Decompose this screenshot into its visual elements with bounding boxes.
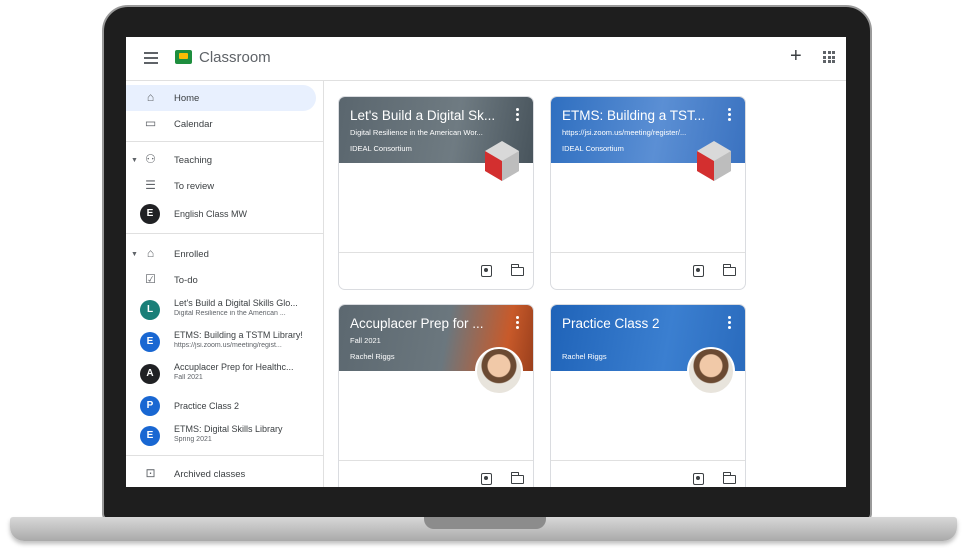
avatar: E xyxy=(140,204,160,224)
sidebar-class-subtitle: https://jsi.zoom.us/meeting/regist... xyxy=(174,342,282,349)
sidebar-item-archived[interactable]: ⊡ Archived classes xyxy=(126,461,316,487)
plus-icon[interactable]: + xyxy=(790,46,802,66)
assignment-icon[interactable] xyxy=(693,473,704,485)
avatar: P xyxy=(140,396,160,416)
assignment-icon[interactable] xyxy=(693,265,704,277)
class-card-footer xyxy=(551,252,745,289)
sidebar-class-title: Let's Build a Digital Skills Glo... xyxy=(174,298,298,308)
sidebar-class-title: Accuplacer Prep for Healthc... xyxy=(174,362,294,372)
teacher-avatar[interactable] xyxy=(687,347,735,395)
sidebar-class-item[interactable]: A Accuplacer Prep for Healthc... Fall 20… xyxy=(126,359,322,389)
sidebar-class-item[interactable]: E ETMS: Digital Skills Library Spring 20… xyxy=(126,421,322,451)
apps-icon[interactable] xyxy=(823,51,835,63)
class-card-subtitle: Fall 2021 xyxy=(350,336,381,345)
home-icon: ⌂ xyxy=(146,90,155,104)
review-icon: ☰ xyxy=(145,178,156,192)
classroom-logo-icon xyxy=(175,50,192,64)
sidebar-class-subtitle: Spring 2021 xyxy=(174,436,212,443)
top-app-bar: Classroom + xyxy=(126,37,846,81)
avatar: L xyxy=(140,300,160,320)
todo-icon: ☑ xyxy=(145,272,156,286)
class-card-title[interactable]: Let's Build a Digital Sk... xyxy=(350,108,500,123)
class-card-title[interactable]: Practice Class 2 xyxy=(562,316,712,331)
folder-icon[interactable] xyxy=(722,472,736,484)
class-card-title[interactable]: ETMS: Building a TST... xyxy=(562,108,712,123)
laptop-screen: Classroom + ⌂ Home ▭ Calendar ▼ ⚇ Teachi… xyxy=(126,37,846,487)
folder-icon[interactable] xyxy=(510,472,524,484)
sidebar-item-english-class[interactable]: E English Class MW xyxy=(126,199,322,229)
people-icon: ⚇ xyxy=(145,152,156,166)
teacher-avatar[interactable] xyxy=(475,347,523,395)
class-card-footer xyxy=(339,252,533,289)
class-card-subtitle: https://jsi.zoom.us/meeting/register/... xyxy=(562,128,687,137)
sidebar-item-label: Home xyxy=(174,93,200,104)
folder-icon[interactable] xyxy=(510,264,524,276)
sidebar-section-label: Teaching xyxy=(174,155,213,166)
class-card-owner: IDEAL Consortium xyxy=(562,144,624,153)
avatar: A xyxy=(140,364,160,384)
class-card-subtitle: Digital Resilience in the American Wor..… xyxy=(350,128,483,137)
ideal-consortium-logo-icon xyxy=(697,141,731,181)
class-card-owner: IDEAL Consortium xyxy=(350,144,412,153)
class-card-footer xyxy=(551,460,745,487)
class-card-owner: Rachel Riggs xyxy=(562,352,607,361)
app-title: Classroom xyxy=(199,49,271,66)
sidebar-section-enrolled[interactable]: ▼ ⌂ Enrolled xyxy=(126,241,316,267)
assignment-icon[interactable] xyxy=(481,265,492,277)
sidebar-item-todo[interactable]: ☑ To-do xyxy=(126,267,316,293)
sidebar-section-teaching[interactable]: ▼ ⚇ Teaching xyxy=(126,147,316,173)
more-options-icon[interactable] xyxy=(728,108,731,123)
sidebar-item-home[interactable]: ⌂ Home xyxy=(126,85,316,111)
folder-icon[interactable] xyxy=(722,264,736,276)
sidebar-class-subtitle: Digital Resilience in the American ... xyxy=(174,310,286,317)
sidebar-divider xyxy=(126,455,324,456)
class-card[interactable]: Practice Class 2 Rachel Riggs xyxy=(550,304,746,487)
class-card-owner: Rachel Riggs xyxy=(350,352,395,361)
sidebar-item-calendar[interactable]: ▭ Calendar xyxy=(126,111,316,137)
sidebar-divider xyxy=(126,233,324,234)
calendar-icon: ▭ xyxy=(144,116,157,130)
caret-down-icon[interactable]: ▼ xyxy=(131,251,138,258)
class-card[interactable]: Let's Build a Digital Sk... Digital Resi… xyxy=(338,96,534,290)
sidebar-item-to-review[interactable]: ☰ To review xyxy=(126,173,316,199)
sidebar-class-title: ETMS: Digital Skills Library xyxy=(174,424,283,434)
sidebar-section-label: Enrolled xyxy=(174,249,209,260)
laptop-notch xyxy=(424,517,546,529)
class-card[interactable]: ETMS: Building a TST... https://jsi.zoom… xyxy=(550,96,746,290)
graduation-cap-icon: ⌂ xyxy=(146,246,155,260)
sidebar-class-title: ETMS: Building a TSTM Library! xyxy=(174,330,303,340)
class-grid: Let's Build a Digital Sk... Digital Resi… xyxy=(324,81,846,487)
sidebar-item-label: To-do xyxy=(174,275,198,286)
sidebar-item-label: Calendar xyxy=(174,119,213,130)
archive-icon: ⊡ xyxy=(145,466,156,480)
sidebar-item-label: To review xyxy=(174,181,215,192)
sidebar: ⌂ Home ▭ Calendar ▼ ⚇ Teaching ☰ To revi… xyxy=(126,81,324,487)
sidebar-class-item[interactable]: P Practice Class 2 xyxy=(126,391,322,421)
ideal-consortium-logo-icon xyxy=(485,141,519,181)
sidebar-item-label: English Class MW xyxy=(174,209,248,219)
sidebar-class-item[interactable]: E ETMS: Building a TSTM Library! https:/… xyxy=(126,327,322,357)
sidebar-class-item[interactable]: L Let's Build a Digital Skills Glo... Di… xyxy=(126,295,322,325)
caret-down-icon[interactable]: ▼ xyxy=(131,157,138,164)
sidebar-item-label: Archived classes xyxy=(174,469,246,480)
more-options-icon[interactable] xyxy=(516,108,519,123)
more-options-icon[interactable] xyxy=(516,316,519,331)
menu-icon[interactable] xyxy=(144,52,158,64)
sidebar-class-subtitle: Fall 2021 xyxy=(174,374,203,381)
assignment-icon[interactable] xyxy=(481,473,492,485)
sidebar-class-title: Practice Class 2 xyxy=(174,401,240,411)
class-card[interactable]: Accuplacer Prep for ... Fall 2021 Rachel… xyxy=(338,304,534,487)
class-card-title[interactable]: Accuplacer Prep for ... xyxy=(350,316,500,331)
sidebar-divider xyxy=(126,141,324,142)
avatar: E xyxy=(140,332,160,352)
avatar: E xyxy=(140,426,160,446)
more-options-icon[interactable] xyxy=(728,316,731,331)
class-card-footer xyxy=(339,460,533,487)
